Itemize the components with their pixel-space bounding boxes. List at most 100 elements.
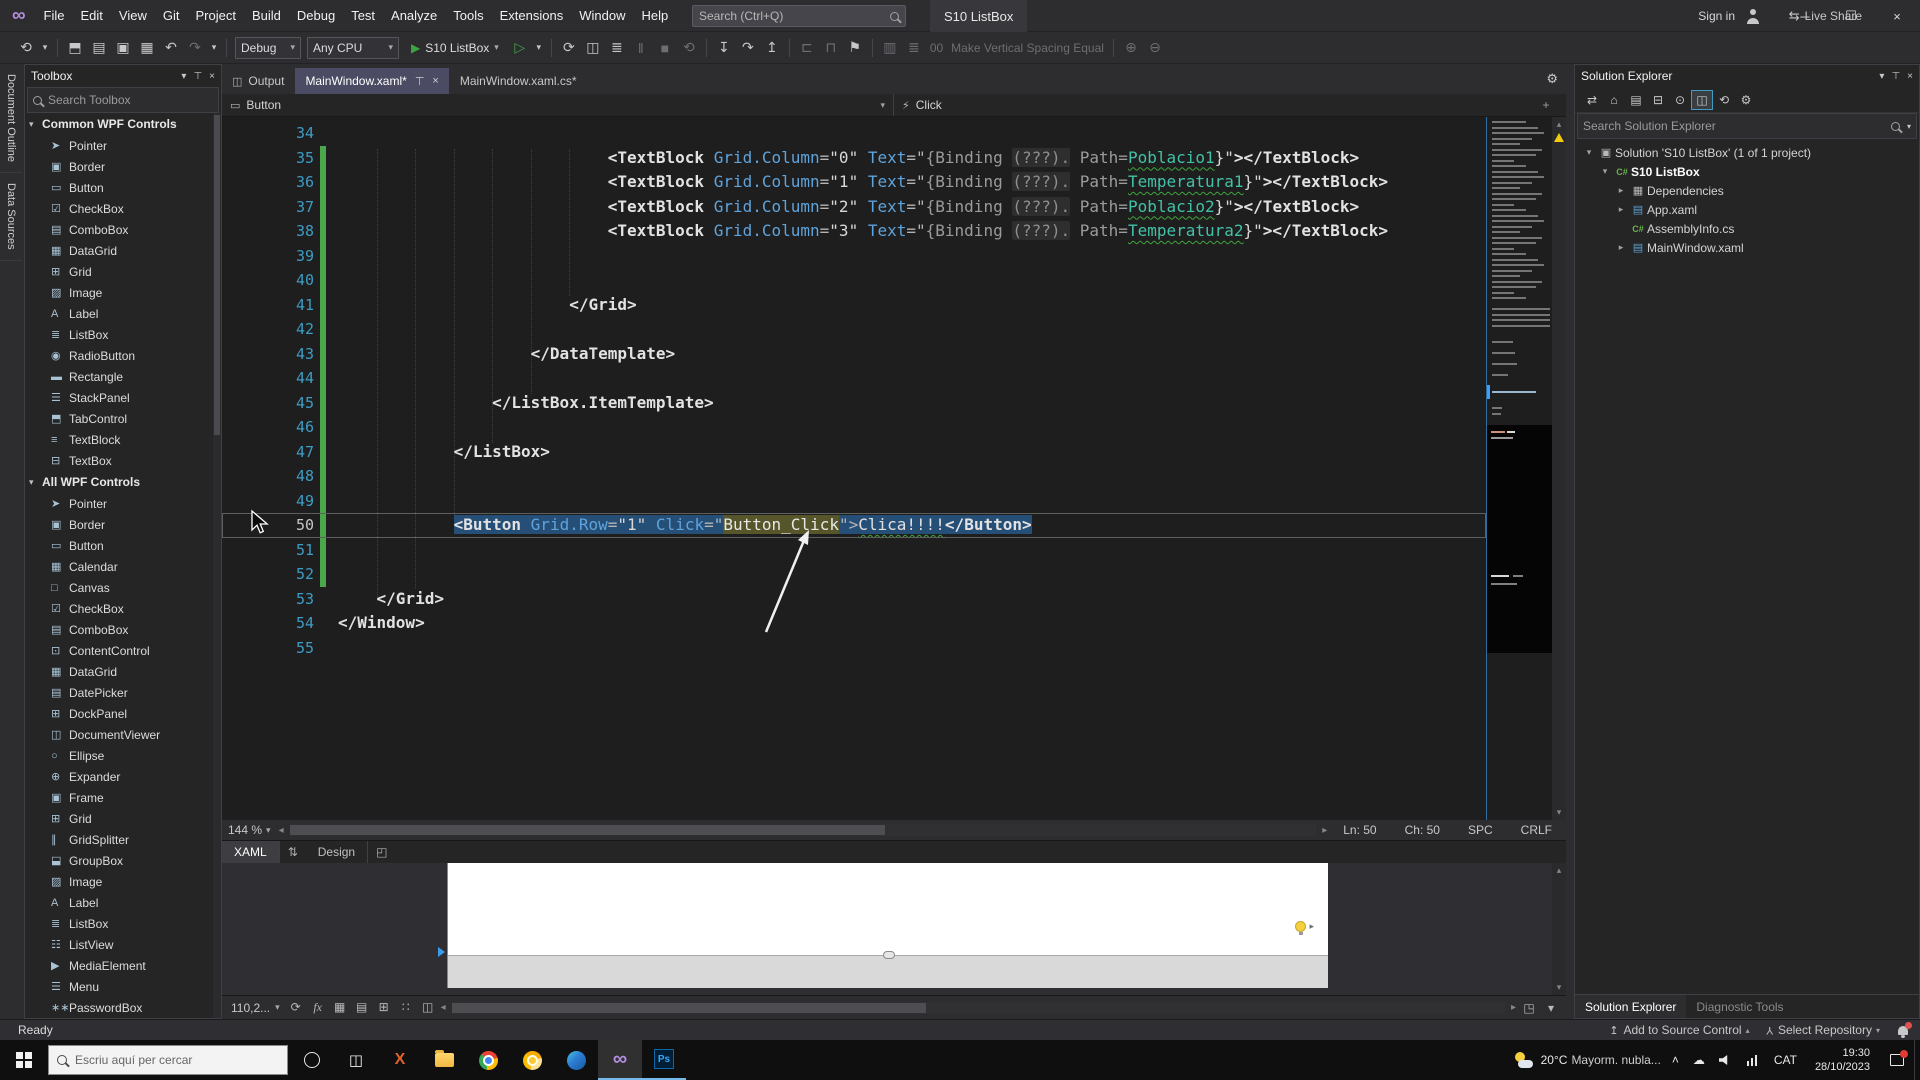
menu-help[interactable]: Help — [633, 0, 676, 31]
app-x-button[interactable]: X — [378, 1040, 422, 1080]
tree-item-solution-s10-listbox-1-of-1-project-[interactable]: ▾▣Solution 'S10 ListBox' (1 of 1 project… — [1575, 143, 1919, 162]
toolbox-item-pointer[interactable]: ➤Pointer — [25, 135, 221, 156]
pin-icon[interactable]: ⊤ — [1891, 71, 1900, 82]
code-line[interactable]: 44 — [222, 366, 1486, 391]
code-line[interactable]: 40 — [222, 268, 1486, 293]
toolbox-item-listbox[interactable]: ≣ListBox — [25, 913, 221, 934]
toolbox-search-box[interactable] — [27, 87, 219, 113]
breakpoint-margin[interactable] — [222, 317, 252, 342]
scroll-down-icon[interactable]: ▾ — [1552, 807, 1566, 818]
breakpoint-margin[interactable] — [222, 146, 252, 171]
toolbox-item-listbox[interactable]: ≣ListBox — [25, 324, 221, 345]
toolbox-item-radiobutton[interactable]: ◉RadioButton — [25, 345, 221, 366]
gear-icon[interactable]: ⚙ — [1546, 71, 1558, 87]
zoom-dropdown[interactable]: 144 % ▾ — [222, 823, 277, 837]
code-editor[interactable]: 3435 <TextBlock Grid.Column="0" Text="{B… — [222, 117, 1566, 820]
redo-icon[interactable]: ↷ — [184, 36, 206, 60]
solution-search-input[interactable] — [1583, 119, 1891, 133]
design-window-preview[interactable]: ▸ — [447, 863, 1328, 988]
edge-button[interactable] — [554, 1040, 598, 1080]
taskbar-search-input[interactable] — [75, 1053, 279, 1067]
step-out-icon[interactable]: ↥ — [761, 36, 783, 60]
toolbox-item-image[interactable]: ▨Image — [25, 871, 221, 892]
cortana-button[interactable] — [290, 1040, 334, 1080]
ruler-icon[interactable]: ▤ — [352, 1000, 372, 1015]
types-dropdown[interactable]: ▭ Button ▾ — [222, 94, 894, 116]
panel-tab-diagnostic-tools[interactable]: Diagnostic Tools — [1686, 995, 1793, 1018]
collapse-all-icon[interactable]: ⊟ — [1647, 90, 1669, 110]
toolbox-item-combobox[interactable]: ▤ComboBox — [25, 619, 221, 640]
zoom-in-icon[interactable]: ⊕ — [1120, 36, 1142, 60]
pause-icon[interactable]: ‖ — [630, 36, 652, 60]
code-line[interactable]: 34 — [222, 121, 1486, 146]
close-icon[interactable]: × — [432, 75, 438, 87]
align-tops-icon[interactable]: ⊓ — [820, 36, 842, 60]
minimap[interactable] — [1486, 117, 1552, 820]
breakpoint-margin[interactable] — [222, 611, 252, 636]
vertical-scrollbar[interactable]: ▴ ▾ — [1552, 117, 1566, 820]
home-icon[interactable]: ⌂ — [1603, 90, 1625, 110]
step-over-icon[interactable]: ↷ — [737, 36, 759, 60]
chevron-down-icon[interactable]: ▾ — [1541, 1001, 1561, 1015]
quick-search-input[interactable] — [699, 9, 890, 23]
menu-view[interactable]: View — [111, 0, 155, 31]
menu-debug[interactable]: Debug — [289, 0, 343, 31]
toolbox-item-documentviewer[interactable]: ◫DocumentViewer — [25, 724, 221, 745]
toolbox-item-textbox[interactable]: ⊟TextBox — [25, 450, 221, 471]
code-line[interactable]: 52 — [222, 562, 1486, 587]
tree-item-assemblyinfo-cs[interactable]: C#AssemblyInfo.cs — [1575, 219, 1919, 238]
volume-icon[interactable] — [1719, 1054, 1733, 1066]
align-lefts-icon[interactable]: ⊏ — [796, 36, 818, 60]
code-line[interactable]: 54</Window> — [222, 611, 1486, 636]
start-without-debugging-icon[interactable]: ▷ — [509, 36, 531, 60]
toolbox-item-expander[interactable]: ⊕Expander — [25, 766, 221, 787]
save-all-icon[interactable]: ▦ — [136, 36, 158, 60]
toolbox-item-pointer[interactable]: ➤Pointer — [25, 493, 221, 514]
close-icon[interactable]: × — [209, 71, 215, 82]
code-line[interactable]: 49 — [222, 489, 1486, 514]
toolbox-item-gridsplitter[interactable]: ∥GridSplitter — [25, 829, 221, 850]
toolbox-item-mediaelement[interactable]: ▶MediaElement — [25, 955, 221, 976]
code-line[interactable]: 39 — [222, 244, 1486, 269]
expander-icon[interactable]: ▸ — [1613, 204, 1629, 215]
scrollbar-thumb[interactable] — [290, 825, 885, 835]
tree-item-mainwindow-xaml[interactable]: ▸▤MainWindow.xaml — [1575, 238, 1919, 257]
popout-icon[interactable]: ◰ — [368, 845, 395, 859]
step-into-icon[interactable]: ↧ — [713, 36, 735, 60]
close-button[interactable]: × — [1874, 0, 1920, 32]
expander-icon[interactable]: ▸ — [1613, 185, 1629, 196]
code-line[interactable]: 37 <TextBlock Grid.Column="2" Text="{Bin… — [222, 195, 1486, 220]
show-desktop-button[interactable] — [1914, 1040, 1920, 1080]
side-tab-document-outline[interactable]: Document Outline — [0, 64, 22, 173]
code-line[interactable]: 35 <TextBlock Grid.Column="0" Text="{Bin… — [222, 146, 1486, 171]
task-view-button[interactable]: ◫ — [334, 1040, 378, 1080]
lightbulb-action[interactable]: ▸ — [1295, 921, 1314, 932]
menu-project[interactable]: Project — [187, 0, 243, 31]
chrome-button[interactable] — [466, 1040, 510, 1080]
element-list-icon[interactable]: ≣ — [903, 36, 925, 60]
breakpoint-margin[interactable] — [222, 195, 252, 220]
code-line[interactable]: 46 — [222, 415, 1486, 440]
menu-build[interactable]: Build — [244, 0, 289, 31]
refresh-icon[interactable]: ⟲ — [1713, 90, 1735, 110]
toolbox-item-ellipse[interactable]: ○Ellipse — [25, 745, 221, 766]
user-avatar-icon[interactable] — [1745, 9, 1760, 24]
output-window-icon[interactable]: ◫ — [582, 36, 604, 60]
menu-file[interactable]: File — [36, 0, 73, 31]
breakpoint-margin[interactable] — [222, 636, 252, 661]
save-icon[interactable]: ▣ — [112, 36, 134, 60]
breakpoint-margin[interactable] — [222, 391, 252, 416]
taskbar-search-box[interactable] — [48, 1045, 288, 1075]
breakpoint-margin[interactable] — [222, 121, 252, 146]
tree-item-s10-listbox[interactable]: ▾C#S10 ListBox — [1575, 162, 1919, 181]
effects-button[interactable]: fx — [308, 1000, 328, 1015]
run-dropdown-icon[interactable]: ▾ — [533, 36, 545, 60]
scroll-up-icon[interactable]: ▴ — [1552, 865, 1566, 876]
swap-panes-icon[interactable]: ⇅ — [280, 845, 306, 859]
breakpoint-margin[interactable] — [222, 342, 252, 367]
breakpoint-margin[interactable] — [222, 268, 252, 293]
restart-icon[interactable]: ⟲ — [678, 36, 700, 60]
members-dropdown[interactable]: ⚡ Click + — [894, 94, 1566, 116]
find-in-files-icon[interactable]: ≣ — [606, 36, 628, 60]
menu-edit[interactable]: Edit — [73, 0, 111, 31]
